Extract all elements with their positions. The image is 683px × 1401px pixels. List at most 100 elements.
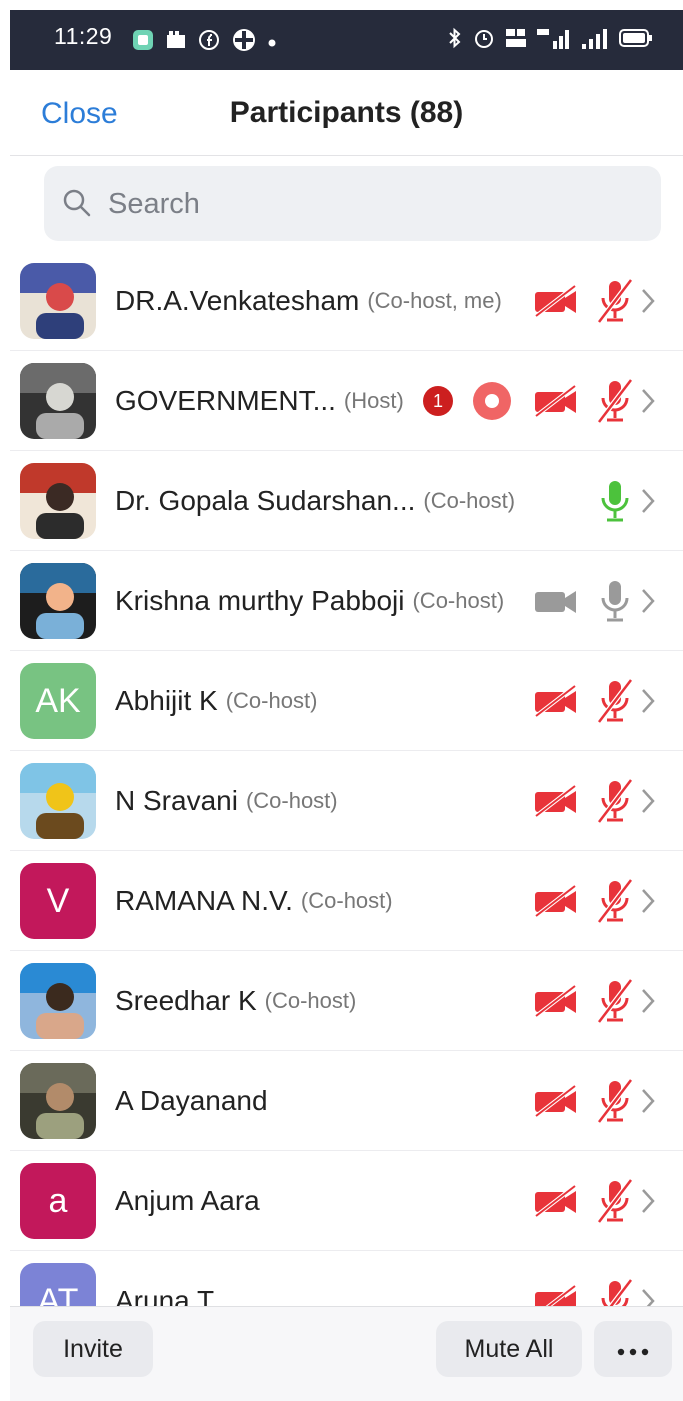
avatar-initials: a [48, 1181, 68, 1220]
participant-name: RAMANA N.V. [115, 885, 293, 916]
participant-role: (Co-host) [225, 688, 318, 713]
participant-row[interactable]: A Dayanand [10, 1051, 683, 1151]
video-icon[interactable] [533, 584, 579, 623]
chevron-right-icon[interactable] [641, 388, 655, 419]
navigation-bar: Close Participants (88) [10, 70, 683, 156]
alarm-icon [473, 27, 495, 54]
participant-row[interactable]: Dr. Gopala Sudarshan... (Co-host) [10, 451, 683, 551]
mic-muted-icon[interactable] [595, 1078, 635, 1129]
zoom-participants-screen: 11:29 Close Participants (88) Search DR.… [10, 10, 683, 1401]
app-notification-icon [132, 29, 154, 56]
invite-button[interactable]: Invite [33, 1321, 153, 1377]
mic-muted-icon[interactable] [595, 878, 635, 929]
more-button[interactable] [594, 1321, 672, 1377]
avatar: V [20, 863, 96, 939]
participant-list[interactable]: DR.A.Venkatesham (Co-host, me) GOVERNMENT… [10, 251, 683, 1306]
participant-name: Krishna murthy Pabboji [115, 585, 405, 616]
chevron-right-icon[interactable] [641, 1088, 655, 1119]
video-off-icon[interactable] [533, 684, 579, 723]
participant-name: Abhijit K [115, 685, 218, 716]
search-bar[interactable] [44, 166, 661, 241]
participant-name: DR.A.Venkatesham [115, 285, 360, 316]
video-off-icon[interactable] [533, 984, 579, 1023]
participant-role: (Host) [343, 388, 404, 413]
participant-row[interactable]: Krishna murthy Pabboji (Co-host) [10, 551, 683, 651]
chevron-right-icon[interactable] [641, 788, 655, 819]
participant-row[interactable]: V RAMANA N.V. (Co-host) [10, 851, 683, 951]
participant-name: Anjum Aara [115, 1185, 260, 1216]
page-title: Participants (88) [229, 96, 464, 129]
search-input[interactable] [108, 180, 628, 228]
participant-row[interactable]: a Anjum Aara [10, 1151, 683, 1251]
mic-muted-icon[interactable] [595, 1278, 635, 1306]
participant-row[interactable]: DR.A.Venkatesham (Co-host, me) [10, 251, 683, 351]
chevron-right-icon[interactable] [641, 488, 655, 519]
signal-icon [581, 27, 609, 54]
avatar [20, 463, 96, 539]
dot-icon [268, 34, 276, 52]
mic-muted-icon[interactable] [595, 678, 635, 729]
video-off-icon[interactable] [533, 384, 579, 423]
more-horizontal-icon [616, 1335, 650, 1364]
mute-all-button[interactable]: Mute All [436, 1321, 582, 1377]
participant-role: (Co-host) [300, 888, 393, 913]
game-icon [232, 28, 256, 57]
participant-row[interactable]: AT Aruna T [10, 1251, 683, 1306]
mic-icon[interactable] [595, 578, 635, 629]
chevron-right-icon[interactable] [641, 1188, 655, 1219]
avatar [20, 1063, 96, 1139]
search-icon [62, 188, 92, 223]
chevron-right-icon[interactable] [641, 988, 655, 1019]
avatar [20, 363, 96, 439]
volte-icon [505, 27, 527, 54]
video-off-icon[interactable] [533, 784, 579, 823]
chevron-right-icon[interactable] [641, 1288, 655, 1306]
participant-row[interactable]: N Sravani (Co-host) [10, 751, 683, 851]
mic-muted-icon[interactable] [595, 1178, 635, 1229]
participant-row[interactable]: GOVERNMENT... (Host) 1 [10, 351, 683, 451]
video-off-icon[interactable] [533, 1184, 579, 1223]
avatar [20, 763, 96, 839]
mic-on-icon[interactable] [595, 478, 635, 529]
video-off-icon[interactable] [533, 284, 579, 323]
mic-muted-icon[interactable] [595, 978, 635, 1029]
chevron-right-icon[interactable] [641, 588, 655, 619]
video-off-icon[interactable] [533, 884, 579, 923]
avatar [20, 263, 96, 339]
avatar [20, 963, 96, 1039]
participant-role: (Co-host) [264, 988, 357, 1013]
4g-signal-icon [537, 27, 571, 54]
participant-row[interactable]: Sreedhar K (Co-host) [10, 951, 683, 1051]
mic-muted-icon[interactable] [595, 778, 635, 829]
avatar-initials: V [46, 881, 70, 920]
facebook-icon [198, 29, 220, 56]
avatar [20, 563, 96, 639]
footer-toolbar: Invite Mute All [10, 1306, 683, 1401]
avatar: AT [20, 1263, 96, 1306]
participant-role: (Co-host) [245, 788, 338, 813]
avatar-initials: AK [35, 681, 81, 720]
avatar: AK [20, 663, 96, 739]
avatar: a [20, 1163, 96, 1239]
chevron-right-icon[interactable] [641, 888, 655, 919]
unread-badge: 1 [423, 386, 453, 416]
chevron-right-icon[interactable] [641, 288, 655, 319]
battery-icon [619, 28, 653, 53]
status-bar: 11:29 [10, 10, 683, 70]
participant-name: Sreedhar K [115, 985, 257, 1016]
recording-icon [473, 382, 511, 420]
bluetooth-icon [447, 27, 463, 54]
status-time: 11:29 [54, 23, 113, 49]
participant-name: N Sravani [115, 785, 238, 816]
video-off-icon[interactable] [533, 1284, 579, 1306]
mic-muted-icon[interactable] [595, 278, 635, 329]
participant-name: GOVERNMENT... [115, 385, 336, 416]
mic-muted-icon[interactable] [595, 378, 635, 429]
participant-name: Dr. Gopala Sudarshan... [115, 485, 416, 516]
chevron-right-icon[interactable] [641, 688, 655, 719]
gallery-icon [166, 31, 186, 54]
video-off-icon[interactable] [533, 1084, 579, 1123]
avatar-initials: AT [37, 1281, 79, 1307]
participant-name: A Dayanand [115, 1085, 268, 1116]
participant-row[interactable]: AK Abhijit K (Co-host) [10, 651, 683, 751]
